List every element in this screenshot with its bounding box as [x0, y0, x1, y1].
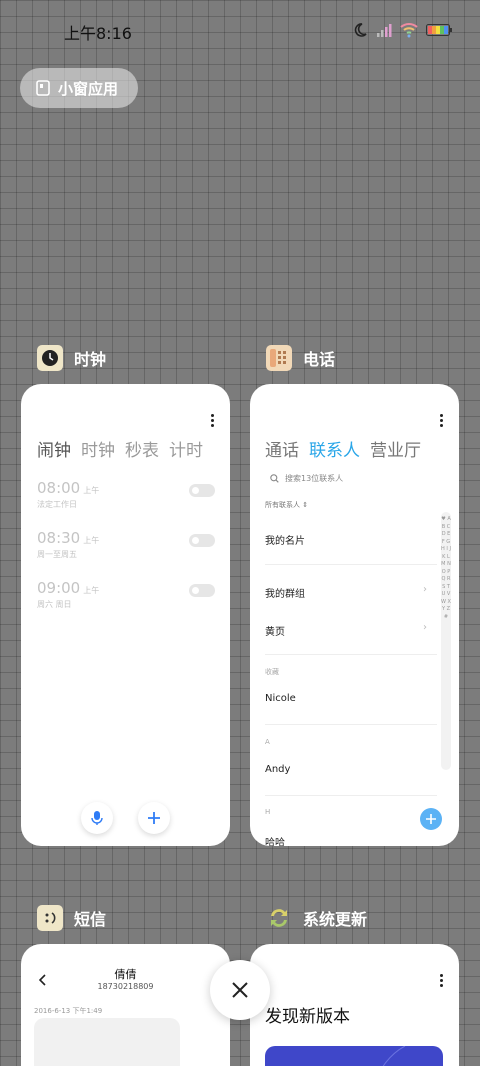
update-card[interactable]: 发现新版本 [250, 944, 459, 1066]
sms-card[interactable]: 倩倩 18730218809 2016-6-13 下午1:49 [21, 944, 230, 1066]
update-banner [265, 1046, 443, 1066]
voice-button[interactable] [81, 802, 113, 834]
sms-app-name: 短信 [74, 910, 107, 929]
phone-app-name: 电话 [303, 350, 336, 369]
alarm-item[interactable]: 08:00 上午 法定工作日 [37, 478, 215, 510]
contact-search[interactable]: 搜索13位联系人 [270, 473, 343, 484]
filter-label: 所有联系人 [265, 501, 300, 509]
alarm-ampm: 上午 [83, 586, 100, 595]
message-timestamp: 2016-6-13 下午1:49 [34, 1007, 103, 1015]
my-card-item[interactable]: 我的名片 [265, 532, 305, 547]
clock-app-header[interactable]: 时钟 [36, 344, 106, 372]
alarm-toggle[interactable] [189, 484, 215, 497]
signal-icon [377, 24, 392, 37]
alarm-ampm: 上午 [83, 536, 100, 545]
status-icons [352, 22, 452, 38]
close-button[interactable] [210, 960, 270, 1020]
alarm-label: 周六 周日 [37, 600, 72, 609]
alphabet-index[interactable]: ♥ A B C D E F G H I J K L M N O P Q R S … [441, 512, 451, 770]
sms-contact-number: 18730218809 [97, 982, 154, 991]
more-icon[interactable] [440, 414, 443, 429]
alarm-toggle[interactable] [189, 584, 215, 597]
phone-app-icon [266, 345, 292, 371]
chevron-right-icon: › [423, 622, 427, 633]
message-bubble[interactable] [34, 1018, 180, 1066]
window-icon [36, 80, 50, 96]
section-favorites: 收藏 [265, 668, 279, 676]
my-groups-item[interactable]: 我的群组 [265, 585, 305, 600]
tab-service-hall[interactable]: 营业厅 [370, 436, 421, 461]
update-app-icon [271, 909, 287, 927]
phone-app-header[interactable]: 电话 [265, 344, 335, 372]
contact-filter[interactable]: 所有联系人 ⇕ [265, 500, 308, 510]
tab-stopwatch[interactable]: 秒表 [125, 436, 159, 461]
alarm-time: 08:00 [37, 479, 81, 497]
sms-app-header[interactable]: 短信 [36, 904, 106, 932]
tab-timer[interactable]: 计时 [169, 436, 203, 461]
moon-icon [354, 23, 367, 37]
yellow-pages-item[interactable]: 黄页 [265, 623, 285, 638]
contact-item[interactable]: Andy [265, 764, 290, 775]
sms-app-icon [37, 905, 63, 931]
floating-apps-button[interactable]: 小窗应用 [20, 68, 138, 108]
close-icon [232, 982, 248, 998]
alarm-label: 法定工作日 [37, 500, 77, 509]
add-contact-button[interactable] [420, 808, 442, 830]
update-headline: 发现新版本 [265, 1007, 350, 1027]
floating-apps-label: 小窗应用 [58, 79, 119, 98]
alarm-ampm: 上午 [83, 486, 100, 495]
alarm-item[interactable]: 09:00 上午 周六 周日 [37, 578, 215, 610]
phone-tabs: 通话 联系人 营业厅 [265, 436, 421, 461]
search-placeholder: 搜索13位联系人 [285, 474, 344, 483]
plus-icon [148, 812, 160, 824]
tab-alarm[interactable]: 闹钟 [37, 436, 71, 461]
alarm-time: 09:00 [37, 579, 81, 597]
status-time: 上午8:16 [64, 24, 132, 43]
clock-app-icon [37, 345, 63, 371]
alarm-time: 08:30 [37, 529, 81, 547]
section-header: H [265, 808, 271, 816]
update-app-header[interactable]: 系统更新 [265, 904, 367, 932]
clock-tabs: 闹钟 时钟 秒表 计时 [37, 436, 203, 461]
search-icon [270, 474, 279, 483]
update-app-name: 系统更新 [303, 910, 368, 929]
phone-card[interactable]: 通话 联系人 营业厅 搜索13位联系人 所有联系人 ⇕ 我的名片 我的群组 › … [250, 384, 459, 846]
chevron-right-icon: › [423, 584, 427, 595]
banner-arc [382, 1046, 406, 1066]
clock-app-name: 时钟 [74, 350, 107, 369]
section-header: A [265, 738, 270, 746]
more-icon[interactable] [440, 974, 443, 989]
plus-icon [426, 814, 436, 824]
alarm-toggle[interactable] [189, 534, 215, 547]
contact-item[interactable]: 哈哈 [265, 834, 285, 846]
wifi-icon [400, 23, 418, 38]
add-alarm-button[interactable] [138, 802, 170, 834]
alarm-label: 周一至周五 [37, 550, 77, 559]
tab-clock[interactable]: 时钟 [81, 436, 115, 461]
tab-contacts[interactable]: 联系人 [309, 436, 360, 461]
clock-card[interactable]: 闹钟 时钟 秒表 计时 08:00 上午 法定工作日 08:30 上午 周一至周五 … [21, 384, 230, 846]
status-bar: 上午8:16 [0, 0, 480, 62]
battery-icon [426, 24, 452, 36]
divider [265, 564, 437, 565]
contact-item[interactable]: Nicole [265, 693, 296, 704]
sms-contact-name: 倩倩 [114, 968, 137, 981]
sort-icon: ⇕ [302, 501, 309, 509]
more-icon[interactable] [211, 414, 214, 429]
divider [265, 724, 437, 725]
alarm-item[interactable]: 08:30 上午 周一至周五 [37, 528, 215, 560]
tab-calls[interactable]: 通话 [265, 436, 299, 461]
divider [265, 795, 437, 796]
divider [265, 654, 437, 655]
mic-icon [91, 811, 103, 825]
